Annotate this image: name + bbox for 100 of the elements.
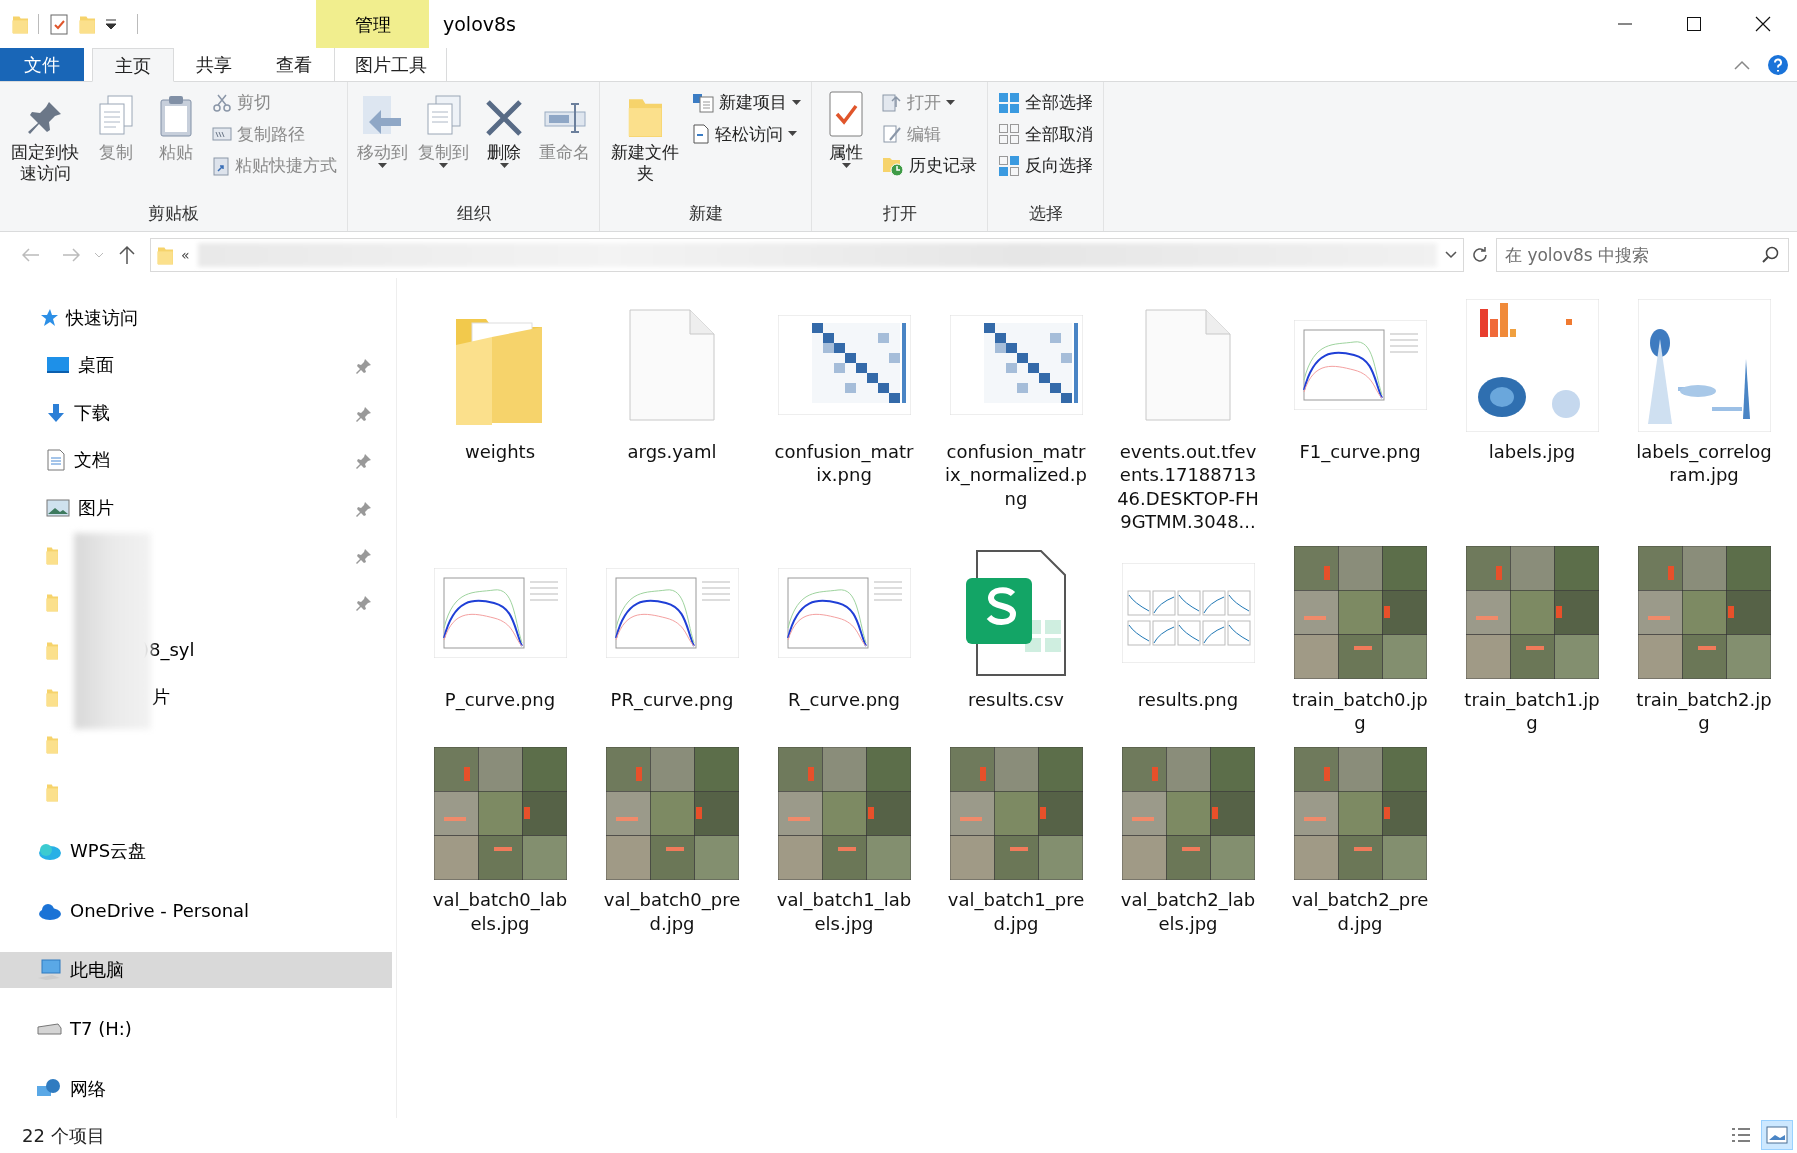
file-name[interactable]: labels_correlogram.jpg <box>1633 440 1775 487</box>
customize-toolbar-icon[interactable] <box>105 18 117 30</box>
up-icon[interactable] <box>119 245 135 265</box>
ribbon-button[interactable]: 属性 <box>818 86 874 201</box>
ribbon-tab[interactable]: 文件 <box>0 48 84 81</box>
ribbon-button[interactable]: 轻松访问 <box>688 119 805 149</box>
ribbon-tab[interactable]: 主页 <box>92 48 174 82</box>
help-icon[interactable] <box>1766 53 1789 76</box>
ribbon-button[interactable]: 反向选择 <box>994 151 1097 181</box>
ribbon-button[interactable]: 新建项目 <box>688 88 805 118</box>
caret-icon <box>788 131 797 138</box>
file-name[interactable]: train_batch1.jpg <box>1461 687 1603 735</box>
pin-icon <box>356 500 372 517</box>
cloud-icon <box>36 901 62 920</box>
ribbon-button[interactable]: 新建文件夹 <box>606 86 684 201</box>
file-name[interactable]: train_batch2.jpg <box>1633 687 1775 735</box>
sidebar-item[interactable]: 快速访问 <box>0 300 392 336</box>
dropdown-icon[interactable] <box>1445 251 1457 259</box>
open-icon <box>882 92 902 113</box>
file-name[interactable]: train_batch0.jpg <box>1289 687 1431 735</box>
sidebar-item[interactable]: WPS云盘 <box>0 833 392 870</box>
file-name[interactable]: val_batch2_labels.jpg <box>1117 888 1259 936</box>
address-field[interactable]: « <box>150 238 1464 272</box>
sidebar-item[interactable]: 下载 <box>0 394 392 431</box>
drive-icon <box>36 1022 62 1037</box>
large-icons-view-button[interactable] <box>1761 1120 1793 1150</box>
folder-icon <box>46 781 58 802</box>
download-icon <box>46 402 66 423</box>
scissors-icon <box>212 92 232 113</box>
ribbon-button[interactable]: 全部取消 <box>994 119 1097 149</box>
pin-icon <box>356 405 372 422</box>
maximize-icon[interactable] <box>1685 16 1702 32</box>
file-name[interactable]: P_curve.png <box>429 687 571 711</box>
select-none-icon <box>998 123 1020 146</box>
caret-icon <box>792 99 801 106</box>
file-name[interactable]: val_batch1_labels.jpg <box>773 888 915 936</box>
caret-icon <box>378 163 387 170</box>
file-name[interactable]: F1_curve.png <box>1289 440 1431 464</box>
folder-icon <box>157 245 173 265</box>
window-title: yolov8s <box>442 11 516 37</box>
ribbon-button[interactable]: 历史记录 <box>878 151 981 181</box>
file-name[interactable]: weights <box>429 440 571 464</box>
sidebar-item[interactable]: 网络 <box>0 1070 392 1107</box>
file-name[interactable]: args.yaml <box>601 440 743 464</box>
file-name[interactable]: labels.jpg <box>1461 440 1603 464</box>
pin-icon <box>356 453 372 470</box>
ribbon-button[interactable]: 全部选择 <box>994 88 1097 118</box>
delete-icon <box>484 98 524 138</box>
sidebar-item[interactable]: 此电脑 <box>0 951 392 988</box>
file-icon <box>1145 309 1231 421</box>
ribbon-tab[interactable]: 查看 <box>254 48 334 81</box>
sidebar-item[interactable]: 文档 <box>0 442 392 479</box>
refresh-icon[interactable] <box>1470 245 1490 265</box>
file-name[interactable]: val_batch0_labels.jpg <box>429 888 571 936</box>
sidebar-item[interactable]: T7 (H:) <box>0 1011 392 1048</box>
item-count: 22 个项目 <box>22 1123 105 1148</box>
group-label: 选择 <box>1027 202 1064 225</box>
file-name[interactable]: confusion_matrix_normalized.png <box>945 440 1087 511</box>
edit-icon <box>882 124 902 145</box>
file-name[interactable]: confusion_matrix.png <box>773 440 915 487</box>
ribbon-tab[interactable]: 图片工具 <box>334 48 447 81</box>
invert-selection-icon <box>998 154 1020 177</box>
document-icon <box>692 123 710 146</box>
folder-icon <box>46 687 58 707</box>
collapse-ribbon-icon[interactable] <box>1733 59 1750 70</box>
file-name[interactable]: val_batch2_pred.jpg <box>1289 888 1431 936</box>
folder-icon <box>12 14 28 34</box>
folder-icon <box>46 734 58 755</box>
file-name[interactable]: val_batch0_pred.jpg <box>601 888 743 936</box>
new-item-icon <box>692 92 714 113</box>
file-name[interactable]: val_batch1_pred.jpg <box>945 888 1087 936</box>
desktop-icon <box>46 356 70 375</box>
file-name[interactable]: results.png <box>1117 687 1259 711</box>
ribbon-button[interactable]: 固定到快速访问 <box>6 86 84 201</box>
document-icon <box>46 449 66 472</box>
pin-icon <box>356 595 372 612</box>
details-view-icon <box>1731 1126 1751 1144</box>
caret-icon <box>946 99 955 106</box>
spreadsheet-icon <box>965 549 1067 676</box>
caret-icon <box>841 163 851 170</box>
ribbon-tab[interactable]: 共享 <box>174 48 254 81</box>
select-all-icon <box>998 91 1020 114</box>
sidebar-item[interactable]: 图片 <box>0 489 392 526</box>
caret-icon <box>499 163 509 170</box>
properties-icon <box>826 90 866 138</box>
path-icon <box>212 126 232 143</box>
group-label: 组织 <box>455 202 492 225</box>
file-name[interactable]: R_curve.png <box>773 687 915 711</box>
sidebar-item[interactable]: 桌面 <box>0 347 392 384</box>
path-text: « <box>181 245 190 265</box>
sidebar-item[interactable]: OneDrive - Personal <box>0 892 392 929</box>
properties-icon[interactable] <box>49 13 69 35</box>
close-icon[interactable] <box>1754 16 1771 32</box>
search-field[interactable]: 在 yolov8s 中搜索 <box>1496 238 1789 272</box>
file-name[interactable]: results.csv <box>945 687 1087 711</box>
file-name[interactable]: events.out.tfevents.1718871346.DESKTOP-FH9GTMM.3048... <box>1117 440 1259 534</box>
ribbon-button[interactable]: 删除 <box>476 86 532 201</box>
file-name[interactable]: PR_curve.png <box>601 687 743 711</box>
folder-icon <box>46 544 58 565</box>
search-icon[interactable] <box>1761 246 1779 264</box>
